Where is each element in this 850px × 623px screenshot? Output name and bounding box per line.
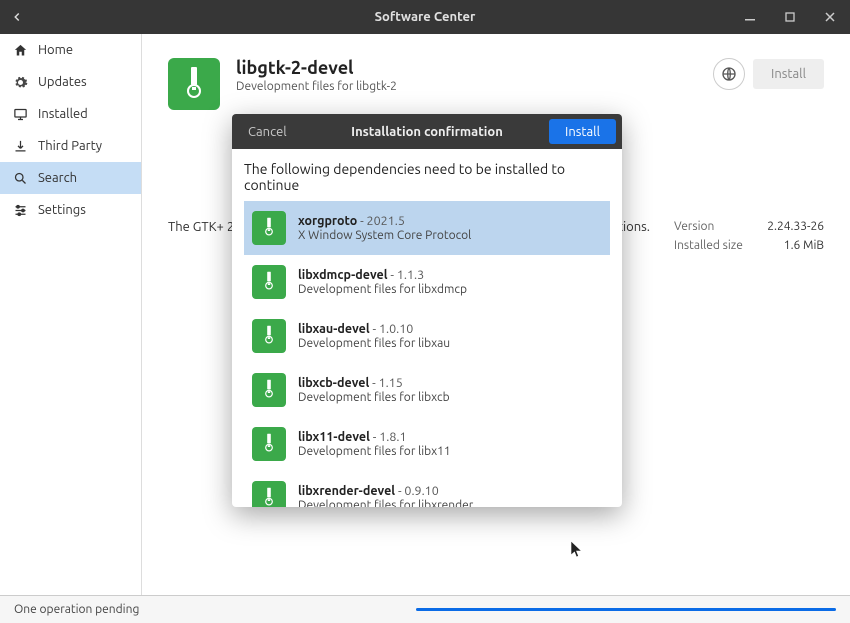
dependency-version: - 0.9.10 — [395, 484, 439, 498]
sidebar-item-label: Installed — [38, 107, 88, 121]
dialog-message: The following dependencies need to be in… — [244, 161, 610, 193]
package-header: libgtk-2-devel Development files for lib… — [168, 58, 824, 110]
dependency-item[interactable]: libx11-devel - 1.8.1 Development files f… — [244, 417, 610, 471]
monitor-icon — [12, 106, 28, 122]
sidebar-item-settings[interactable]: Settings — [0, 194, 141, 226]
package-name: libgtk-2-devel — [236, 58, 397, 78]
install-confirmation-dialog: Cancel Installation confirmation Install… — [232, 114, 622, 507]
status-text: One operation pending — [14, 603, 139, 616]
dependency-text: libxau-devel - 1.0.10 Development files … — [298, 322, 450, 350]
dependency-name: libxcb-devel — [298, 376, 369, 390]
dependency-text: libxdmcp-devel - 1.1.3 Development files… — [298, 268, 467, 296]
package-icon — [252, 319, 286, 353]
back-button[interactable] — [0, 0, 34, 34]
dependency-text: libxcb-devel - 1.15 Development files fo… — [298, 376, 450, 404]
dependency-desc: Development files for libxdmcp — [298, 283, 467, 296]
search-icon — [12, 170, 28, 186]
dependency-version: - 1.0.10 — [370, 322, 414, 336]
dependency-desc: X Window System Core Protocol — [298, 229, 471, 242]
dependency-desc: Development files for libx11 — [298, 445, 451, 458]
package-icon — [252, 481, 286, 507]
dependency-version: - 2021.5 — [357, 214, 405, 228]
dependency-text: libxrender-devel - 0.9.10 Development fi… — [298, 484, 473, 507]
dialog-title: Installation confirmation — [351, 125, 503, 139]
download-icon — [12, 138, 28, 154]
dialog-install-button[interactable]: Install — [549, 119, 616, 144]
sidebar-item-search[interactable]: Search — [0, 162, 141, 194]
dependency-item[interactable]: libxdmcp-devel - 1.1.3 Development files… — [244, 255, 610, 309]
dependency-item[interactable]: libxcb-devel - 1.15 Development files fo… — [244, 363, 610, 417]
package-meta: Version 2.24.33-26 Installed size 1.6 Mi… — [674, 220, 824, 258]
meta-version-label: Version — [674, 220, 714, 233]
sidebar-item-installed[interactable]: Installed — [0, 98, 141, 130]
progress-bar — [416, 608, 836, 611]
dependency-desc: Development files for libxrender — [298, 499, 473, 507]
sidebar-item-home[interactable]: Home — [0, 34, 141, 66]
meta-version-value: 2.24.33-26 — [767, 220, 824, 233]
dialog-cancel-button[interactable]: Cancel — [232, 125, 303, 139]
package-icon — [252, 211, 286, 245]
dependency-version: - 1.8.1 — [370, 430, 407, 444]
dependency-name: xorgproto — [298, 214, 357, 228]
dependency-text: xorgproto - 2021.5 X Window System Core … — [298, 214, 471, 242]
dependency-name: libx11-devel — [298, 430, 370, 444]
dependency-name: libxau-devel — [298, 322, 370, 336]
package-subtitle: Development files for libgtk-2 — [236, 80, 397, 93]
sidebar-item-label: Updates — [38, 75, 87, 89]
dependency-version: - 1.15 — [369, 376, 403, 390]
home-icon — [12, 42, 28, 58]
dialog-header: Cancel Installation confirmation Install — [232, 114, 622, 149]
package-info: libgtk-2-devel Development files for lib… — [236, 58, 397, 93]
package-icon — [168, 58, 220, 110]
progress-fill — [416, 608, 836, 611]
maximize-button[interactable] — [770, 0, 810, 34]
package-icon — [252, 265, 286, 299]
dependency-desc: Development files for libxau — [298, 337, 450, 350]
dependency-name: libxdmcp-devel — [298, 268, 388, 282]
dependency-item[interactable]: libxau-devel - 1.0.10 Development files … — [244, 309, 610, 363]
website-button[interactable] — [713, 58, 745, 90]
install-button[interactable]: Install — [753, 59, 824, 89]
status-bar: One operation pending — [0, 595, 850, 623]
titlebar: Software Center — [0, 0, 850, 34]
meta-size-label: Installed size — [674, 239, 743, 252]
sliders-icon — [12, 202, 28, 218]
dependency-item[interactable]: libxrender-devel - 0.9.10 Development fi… — [244, 471, 610, 507]
dependency-list: xorgproto - 2021.5 X Window System Core … — [244, 201, 610, 507]
gear-icon — [12, 74, 28, 90]
close-button[interactable] — [810, 0, 850, 34]
minimize-button[interactable] — [730, 0, 770, 34]
package-icon — [252, 427, 286, 461]
dependency-version: - 1.1.3 — [388, 268, 425, 282]
sidebar-item-thirdparty[interactable]: Third Party — [0, 130, 141, 162]
dependency-item[interactable]: xorgproto - 2021.5 X Window System Core … — [244, 201, 610, 255]
dependency-text: libx11-devel - 1.8.1 Development files f… — [298, 430, 451, 458]
window-controls — [730, 0, 850, 34]
sidebar-item-label: Search — [38, 171, 77, 185]
sidebar-item-updates[interactable]: Updates — [0, 66, 141, 98]
meta-size-value: 1.6 MiB — [784, 239, 824, 252]
dependency-desc: Development files for libxcb — [298, 391, 450, 404]
sidebar-item-label: Settings — [38, 203, 86, 217]
window-title: Software Center — [375, 10, 476, 24]
dependency-name: libxrender-devel — [298, 484, 395, 498]
sidebar: Home Updates Installed Third Party Searc… — [0, 34, 142, 595]
package-icon — [252, 373, 286, 407]
sidebar-item-label: Home — [38, 43, 73, 57]
sidebar-item-label: Third Party — [38, 139, 102, 153]
